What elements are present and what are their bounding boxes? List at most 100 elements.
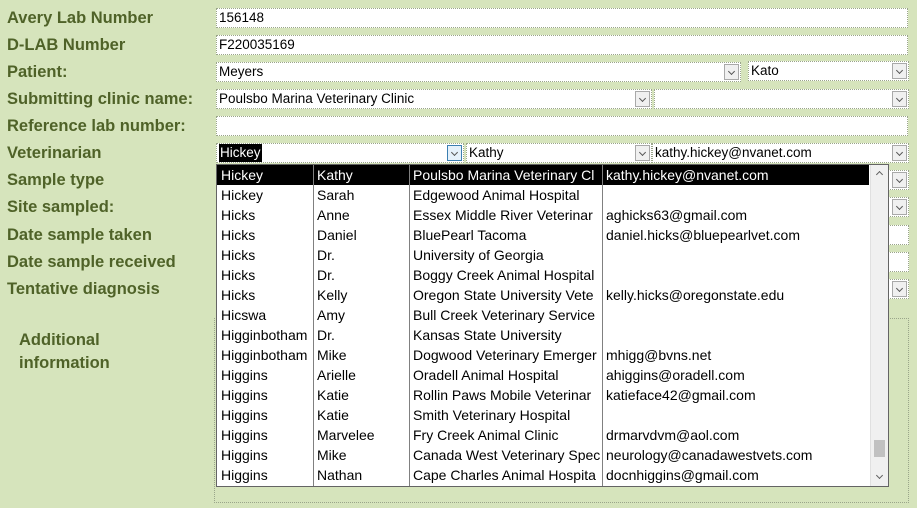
veterinarian-first-name-combo[interactable]: Kathy <box>466 143 652 163</box>
veterinarian-last-name-value: Hickey <box>219 144 262 162</box>
chevron-down-icon[interactable] <box>892 91 907 107</box>
vet-first-name-cell: Kelly <box>317 287 348 303</box>
vet-clinic-cell: Canada West Veterinary Spec <box>413 447 601 463</box>
scroll-down-arrow-icon[interactable] <box>871 469 888 486</box>
vet-first-name-cell: Marvelee <box>317 427 375 443</box>
vet-last-name-cell: Hicswa <box>221 307 267 323</box>
vet-last-name-cell: Higgins <box>221 387 268 403</box>
chevron-down-icon[interactable] <box>892 145 907 161</box>
site-sampled-label: Site sampled: <box>7 198 115 216</box>
column-divider <box>313 165 314 486</box>
patient-label: Patient: <box>7 63 68 81</box>
chevron-down-icon[interactable] <box>447 145 462 161</box>
dropdown-scrollbar[interactable] <box>870 165 888 486</box>
avery-lab-number-field[interactable]: 156148 <box>216 8 908 28</box>
vet-last-name-cell: Higginbotham <box>221 327 308 343</box>
scrollbar-thumb[interactable] <box>874 440 885 457</box>
veterinarian-list-row[interactable]: Higginbotham Mike Dogwood Veterinary Emerg… <box>217 345 869 365</box>
veterinarian-list-row[interactable]: Hicks Dr. Boggy Creek Animal Hospital <box>217 265 869 285</box>
veterinarian-list-row[interactable]: Higgins Katie Smith Veterinary Hospital <box>217 405 869 425</box>
vet-last-name-cell: Hicks <box>221 247 256 263</box>
veterinarian-list-row[interactable]: Higgins Mike Canada West Veterinary Spec ne… <box>217 445 869 465</box>
veterinarian-first-name-value: Kathy <box>469 145 504 160</box>
patient-first-name-value: Kato <box>751 63 779 78</box>
vet-email-cell <box>602 305 869 325</box>
vet-email-cell: kelly.hicks@oregonstate.edu <box>606 287 785 303</box>
veterinarian-email-combo[interactable]: kathy.hickey@nvanet.com <box>652 143 909 163</box>
vet-first-name-cell: Daniel <box>317 227 357 243</box>
avery-lab-number-label: Avery Lab Number <box>7 9 154 27</box>
vet-email-cell: ahiggins@oradell.com <box>606 367 745 383</box>
vet-email-cell <box>602 185 869 205</box>
vet-clinic-cell: Smith Veterinary Hospital <box>413 407 571 423</box>
veterinarian-list-row[interactable]: Higginbotham Dr. Kansas State University <box>217 325 869 345</box>
patient-last-name-value: Meyers <box>219 64 264 79</box>
sample-type-label: Sample type <box>7 171 105 189</box>
vet-clinic-cell: Edgewood Animal Hospital <box>413 187 580 203</box>
vet-email-cell: kathy.hickey@nvanet.com <box>606 167 769 183</box>
vet-last-name-cell: Higgins <box>221 447 268 463</box>
vet-clinic-cell: Boggy Creek Animal Hospital <box>413 267 595 283</box>
veterinarian-list-row[interactable]: Hicswa Amy Bull Creek Veterinary Service <box>217 305 869 325</box>
vet-first-name-cell: Dr. <box>317 247 335 263</box>
reference-lab-number-field[interactable] <box>216 116 908 136</box>
column-divider <box>409 165 410 486</box>
patient-last-name-combo[interactable]: Meyers <box>216 62 741 82</box>
veterinarian-list-row[interactable]: Hickey Kathy Poulsbo Marina Veterinary Cl k… <box>217 165 869 185</box>
veterinarian-dropdown-list[interactable]: Hickey Kathy Poulsbo Marina Veterinary Cl k… <box>216 164 889 487</box>
reference-lab-label: Reference lab number: <box>7 117 186 135</box>
chevron-down-icon[interactable] <box>892 199 907 215</box>
vet-clinic-cell: Fry Creek Animal Clinic <box>413 427 559 443</box>
veterinarian-list-row[interactable]: Higgins Nathan Cape Charles Animal Hospita… <box>217 465 869 485</box>
veterinarian-last-name-combo[interactable]: Hickey <box>216 143 464 163</box>
veterinarian-label: Veterinarian <box>7 144 102 162</box>
vet-clinic-cell: Poulsbo Marina Veterinary Cl <box>413 167 595 183</box>
date-sample-received-label: Date sample received <box>7 253 176 271</box>
vet-first-name-cell: Mike <box>317 447 347 463</box>
submitting-clinic-secondary-combo[interactable] <box>654 89 909 109</box>
chevron-down-icon[interactable] <box>892 172 907 188</box>
vet-last-name-cell: Higgins <box>221 367 268 383</box>
veterinarian-list-row[interactable]: Hicks Dr. University of Georgia <box>217 245 869 265</box>
dlab-number-field[interactable]: F220035169 <box>216 35 908 55</box>
submitting-clinic-value: Poulsbo Marina Veterinary Clinic <box>219 91 415 106</box>
veterinarian-list-row[interactable]: Hicks Kelly Oregon State University Vete ke… <box>217 285 869 305</box>
date-sample-taken-label: Date sample taken <box>7 226 152 244</box>
chevron-down-icon[interactable] <box>635 91 650 107</box>
veterinarian-list-row[interactable]: Hicks Daniel BluePearl Tacoma daniel.hicks@… <box>217 225 869 245</box>
vet-first-name-cell: Arielle <box>317 367 356 383</box>
chevron-down-icon[interactable] <box>635 145 650 161</box>
chevron-down-icon[interactable] <box>892 63 907 79</box>
veterinarian-list-row[interactable]: Hicks Anne Essex Middle River Veterinar agh… <box>217 205 869 225</box>
veterinarian-list-row[interactable]: Higgins Marvelee Fry Creek Animal Clinic dr… <box>217 425 869 445</box>
vet-clinic-cell: Rollin Paws Mobile Veterinar <box>413 387 592 403</box>
vet-clinic-cell: Cape Charles Animal Hospita <box>413 467 596 483</box>
vet-first-name-cell: Nathan <box>317 467 363 483</box>
vet-clinic-cell: University of Georgia <box>413 247 544 263</box>
veterinarian-list-row[interactable]: Higgins Katie Rollin Paws Mobile Veterinar… <box>217 385 869 405</box>
patient-first-name-combo[interactable]: Kato <box>748 61 909 81</box>
vet-last-name-cell: Higginbotham <box>221 347 308 363</box>
vet-clinic-cell: Oregon State University Vete <box>413 287 594 303</box>
vet-email-cell: mhigg@bvns.net <box>606 347 712 363</box>
vet-email-cell: aghicks63@gmail.com <box>606 207 748 223</box>
vet-last-name-cell: Hickey <box>221 187 264 203</box>
additional-information-label: Additional information <box>19 331 110 372</box>
vet-email-cell: katieface42@gmail.com <box>606 387 756 403</box>
vet-email-cell <box>602 245 869 265</box>
submitting-clinic-combo[interactable]: Poulsbo Marina Veterinary Clinic <box>216 89 652 109</box>
veterinarian-list-row[interactable]: Hickey Sarah Edgewood Animal Hospital <box>217 185 869 205</box>
vet-first-name-cell: Amy <box>317 307 345 323</box>
scroll-up-arrow-icon[interactable] <box>871 165 888 182</box>
veterinarian-list-row[interactable]: Higgins Arielle Oradell Animal Hospital ahi… <box>217 365 869 385</box>
vet-email-cell: neurology@canadawestvets.com <box>606 447 813 463</box>
chevron-down-icon[interactable] <box>724 64 739 80</box>
vet-email-cell <box>602 325 869 345</box>
chevron-down-icon[interactable] <box>892 281 907 297</box>
vet-first-name-cell: Mike <box>317 347 347 363</box>
vet-clinic-cell: Essex Middle River Veterinar <box>413 207 593 223</box>
vet-email-cell: daniel.hicks@bluepearlvet.com <box>606 227 800 243</box>
tentative-diagnosis-label: Tentative diagnosis <box>7 280 160 298</box>
vet-first-name-cell: Katie <box>317 387 349 403</box>
vet-last-name-cell: Hicks <box>221 207 256 223</box>
